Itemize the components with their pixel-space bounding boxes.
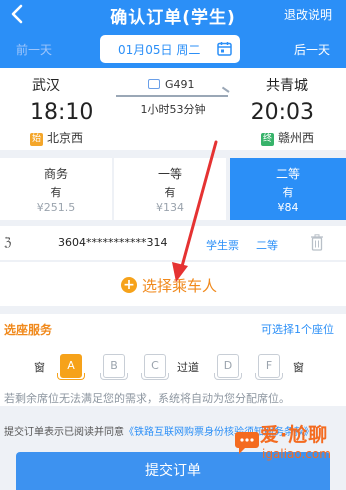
refund-policy-link[interactable]: 退改说明	[284, 6, 332, 23]
passenger-row[interactable]: ℨ 3604***********314 学生票 二等	[0, 226, 346, 260]
seat-class-price: ¥251.5	[36, 201, 76, 214]
seat-b-button[interactable]: B	[100, 354, 128, 380]
seat-d-button[interactable]: D	[214, 354, 242, 380]
route-arrow	[116, 95, 228, 97]
passenger-id-number: 3604***********314	[58, 236, 168, 249]
seat-class-selector: 商务 有 ¥251.5 一等 有 ¥134 二等 有 ¥84	[0, 150, 346, 220]
arrival-time: 20:03	[250, 100, 314, 125]
window-label-right: 窗	[293, 361, 304, 374]
terminal-station-name: 赣州西	[277, 131, 314, 145]
watermark-url: igaliao.com	[262, 447, 331, 461]
terminal-badge: 终	[260, 133, 274, 146]
seat-service-note: 若剩余席位无法满足您的需求，系统将自动为您分配席位。	[4, 392, 290, 405]
seat-class-name: 二等	[275, 167, 300, 181]
train-icon	[148, 79, 160, 89]
seat-class-business[interactable]: 商务 有 ¥251.5	[0, 158, 112, 220]
choose-passenger-label: 选择乘车人	[142, 277, 218, 295]
plus-icon: +	[121, 277, 137, 293]
departure-time: 18:10	[30, 100, 94, 125]
arrival-city: 共青城	[266, 78, 308, 94]
agreement-prefix: 提交订单表示已阅读并同意	[4, 427, 124, 438]
aisle-label: 过道	[177, 361, 199, 374]
seat-class-price: ¥84	[277, 201, 299, 214]
ticket-type[interactable]: 学生票	[206, 237, 239, 253]
terminal-station: 终赣州西	[260, 129, 314, 146]
seat-service-hint: 可选择1个座位	[261, 323, 334, 336]
date-picker[interactable]: 01月05日 周二	[100, 35, 240, 63]
trash-icon[interactable]	[310, 234, 324, 251]
next-day-button[interactable]: 后一天	[294, 41, 330, 58]
date-bar: 前一天 01月05日 周二 后一天	[0, 30, 346, 68]
chat-bubble-logo-icon	[235, 432, 259, 454]
train-number[interactable]: G491	[148, 78, 195, 91]
seat-class-price: ¥134	[156, 201, 184, 214]
seat-service-title: 选座服务	[4, 323, 53, 337]
train-number-text: G491	[165, 78, 195, 91]
seat-class-availability: 有	[282, 186, 294, 199]
calendar-icon	[217, 42, 232, 56]
site-watermark: 爱·尬聊 igaliao.com	[234, 420, 342, 480]
date-text: 01月05日 周二	[118, 43, 201, 57]
origin-station-name: 北京西	[47, 131, 84, 145]
origin-station: 始北京西	[30, 129, 83, 146]
origin-badge: 始	[30, 133, 43, 146]
watermark-title: 爱·尬聊	[260, 424, 329, 446]
seat-class-availability: 有	[164, 186, 176, 199]
passenger-seat-class[interactable]: 二等	[256, 237, 278, 253]
window-label-left: 窗	[34, 361, 45, 374]
seat-class-second[interactable]: 二等 有 ¥84	[230, 158, 346, 220]
app-header: 确认订单(学生) 退改说明	[0, 0, 346, 30]
seat-class-first[interactable]: 一等 有 ¥134	[114, 158, 226, 220]
choose-passenger-button[interactable]: + 选择乘车人	[0, 262, 346, 306]
train-info-panel: 武汉 G491 共青城 1小时53分钟 18:10 20:03 始北京西 终赣州…	[0, 68, 346, 150]
seat-class-name: 商务	[43, 167, 68, 181]
passenger-name: ℨ	[4, 235, 12, 249]
seat-c-button[interactable]: C	[141, 354, 169, 380]
seat-class-name: 一等	[157, 167, 182, 181]
seat-selection-service: 选座服务 可选择1个座位 窗 A B C 过道 D F 窗 若剩余席位无法满足您…	[0, 314, 346, 406]
departure-city: 武汉	[32, 78, 60, 94]
seat-class-availability: 有	[50, 186, 62, 199]
seat-map-row: 窗 A B C 过道 D F 窗	[0, 354, 346, 380]
prev-day-button[interactable]: 前一天	[16, 41, 52, 58]
seat-f-button[interactable]: F	[255, 354, 283, 380]
seat-a-button[interactable]: A	[57, 354, 85, 380]
